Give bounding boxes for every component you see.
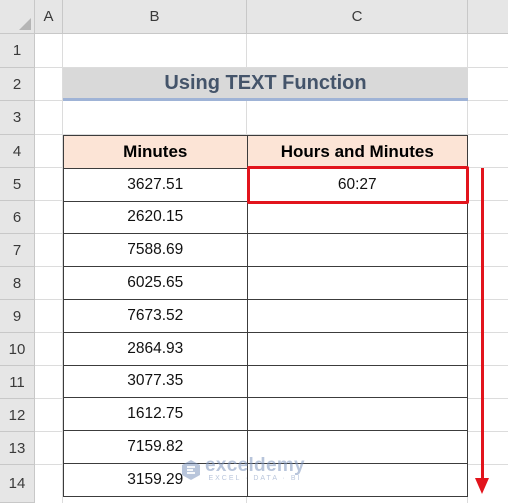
minutes-cell[interactable]: 1612.75 [63,397,248,432]
column-header-d[interactable] [468,0,508,34]
hours-minutes-cell[interactable] [246,200,469,235]
table-row: 7673.52 [63,298,469,333]
sheet-title: Using TEXT Function [63,68,468,101]
column-header-c[interactable]: C [247,0,468,34]
table-row: 2620.15 [63,200,469,235]
table-row: 2864.93 [63,331,469,366]
select-all-corner[interactable] [0,0,35,34]
table-row: 7588.69 [63,233,469,268]
fill-down-arrow-line [481,168,484,484]
highlight-box [247,166,469,204]
minutes-cell[interactable]: 2620.15 [63,200,248,235]
table-row: 1612.75 [63,397,469,432]
hours-minutes-cell[interactable] [246,233,469,268]
row-header-1[interactable]: 1 [0,34,35,68]
minutes-cell[interactable]: 6025.65 [63,266,248,300]
table-row: 3077.35 [63,364,469,399]
header-hours-and-minutes[interactable]: Hours and Minutes [246,135,469,169]
minutes-cell[interactable]: 7673.52 [63,298,248,333]
watermark-tagline: EXCEL · DATA · BI [208,475,302,482]
row-header-7[interactable]: 7 [0,234,35,267]
hours-minutes-cell[interactable] [246,397,469,432]
row-header-5[interactable]: 5 [0,168,35,201]
header-minutes[interactable]: Minutes [63,135,248,169]
table-row: 6025.65 [63,266,469,300]
hours-minutes-cell[interactable] [246,298,469,333]
row-header-6[interactable]: 6 [0,201,35,234]
row-header-11[interactable]: 11 [0,366,35,399]
select-all-triangle-icon [19,18,31,30]
minutes-cell[interactable]: 2864.93 [63,331,248,366]
column-header-b[interactable]: B [63,0,247,34]
hours-minutes-cell[interactable] [246,266,469,300]
fill-down-arrow-icon [475,478,489,494]
hours-minutes-cell[interactable] [246,364,469,399]
exceldemy-logo-icon [182,459,200,480]
row-header-14[interactable]: 14 [0,465,35,503]
row-header-2[interactable]: 2 [0,68,35,101]
minutes-cell[interactable]: 3627.51 [63,167,248,202]
watermark-name: exceldemy [205,455,305,476]
minutes-cell[interactable]: 7588.69 [63,233,248,268]
row-header-8[interactable]: 8 [0,267,35,300]
row-header-4[interactable]: 4 [0,135,35,168]
row-header-9[interactable]: 9 [0,300,35,333]
row-header-13[interactable]: 13 [0,432,35,465]
exceldemy-watermark: exceldemy EXCEL · DATA · BI [180,456,305,483]
column-header-a[interactable]: A [35,0,63,34]
minutes-cell[interactable]: 3077.35 [63,364,248,399]
row-header-3[interactable]: 3 [0,101,35,135]
row-header-12[interactable]: 12 [0,399,35,432]
hours-minutes-cell[interactable] [246,331,469,366]
row-header-10[interactable]: 10 [0,333,35,366]
